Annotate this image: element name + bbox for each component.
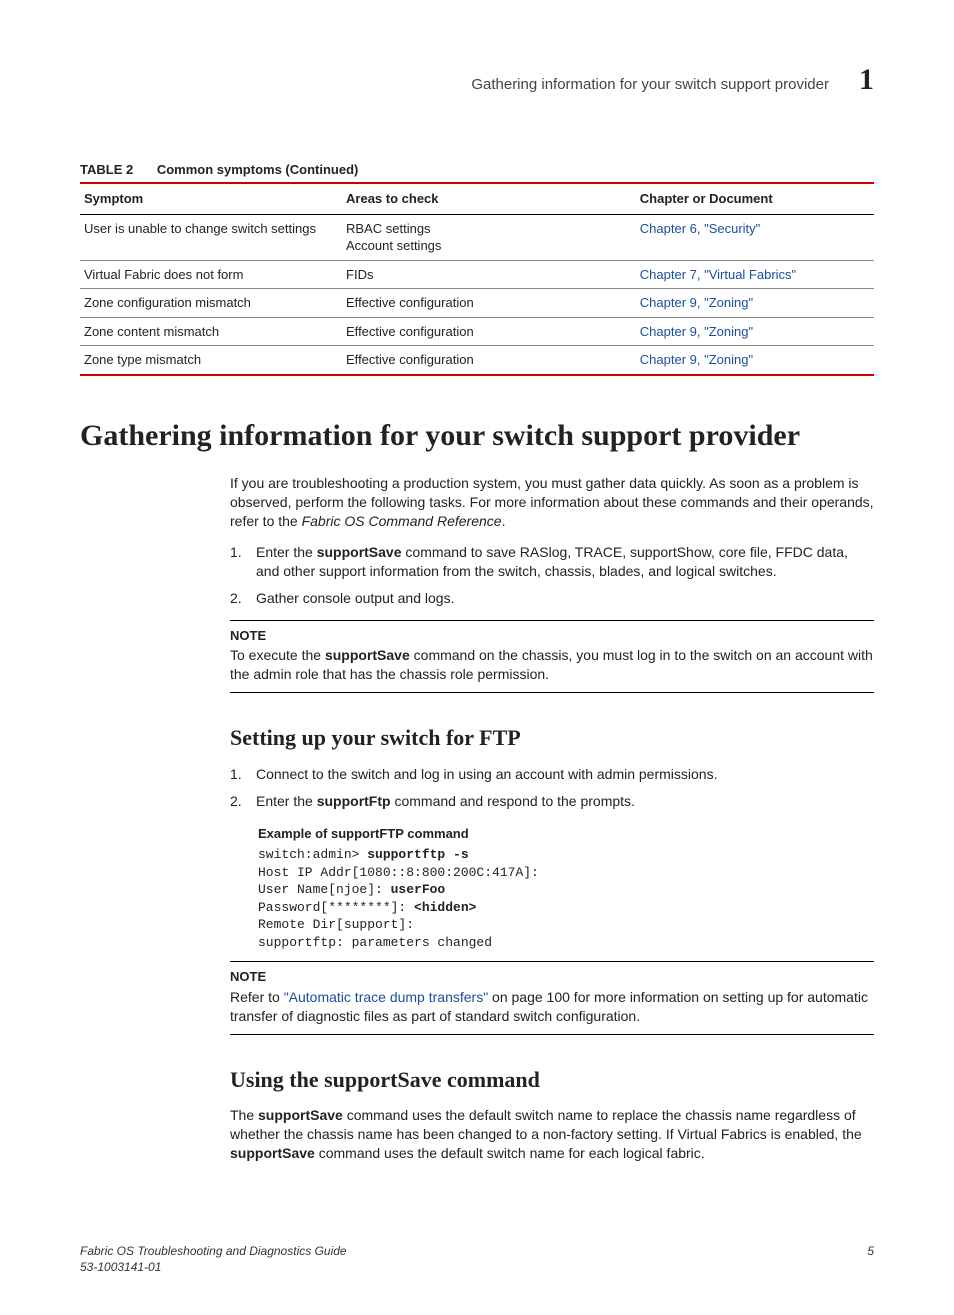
section-heading-supportsave: Using the supportSave command: [230, 1065, 874, 1095]
cell: Zone content mismatch: [80, 317, 342, 346]
code-input: userFoo: [391, 882, 446, 897]
cell: Zone type mismatch: [80, 346, 342, 375]
footer-title: Fabric OS Troubleshooting and Diagnostic…: [80, 1243, 347, 1259]
table-row: Zone configuration mismatch Effective co…: [80, 289, 874, 318]
section-heading-ftp: Setting up your switch for FTP: [230, 723, 874, 753]
step-2: Enter the supportFtp command and respond…: [230, 792, 874, 811]
cell: Effective configuration: [342, 289, 636, 318]
cell: Chapter 7, "Virtual Fabrics": [636, 260, 874, 289]
chapter-link[interactable]: Chapter 9, "Zoning": [640, 324, 753, 339]
cmd: supportSave: [230, 1145, 315, 1161]
footer-left: Fabric OS Troubleshooting and Diagnostic…: [80, 1243, 347, 1275]
running-header: Gathering information for your switch su…: [80, 60, 874, 101]
cell: Effective configuration: [342, 317, 636, 346]
footer-page: 5: [867, 1243, 874, 1275]
text: Enter the: [256, 544, 317, 560]
table-desc: Common symptoms (Continued): [157, 162, 359, 177]
page-footer: Fabric OS Troubleshooting and Diagnostic…: [80, 1243, 874, 1275]
chapter-link[interactable]: Chapter 6, "Security": [640, 221, 761, 236]
text: To execute the: [230, 647, 325, 663]
text: The: [230, 1107, 258, 1123]
chapter-link[interactable]: Chapter 9, "Zoning": [640, 352, 753, 367]
doc-ref: Fabric OS Command Reference: [302, 513, 502, 529]
col-chapter: Chapter or Document: [636, 183, 874, 214]
cell: Chapter 9, "Zoning": [636, 317, 874, 346]
text: Enter the: [256, 793, 317, 809]
cell: Chapter 6, "Security": [636, 214, 874, 260]
chapter-link[interactable]: Chapter 7, "Virtual Fabrics": [640, 267, 796, 282]
running-title: Gathering information for your switch su…: [471, 75, 829, 95]
intro-paragraph: If you are troubleshooting a production …: [230, 474, 874, 531]
step-1: Enter the supportSave command to save RA…: [230, 543, 874, 581]
col-areas: Areas to check: [342, 183, 636, 214]
note-block: NOTE To execute the supportSave command …: [230, 620, 874, 693]
cell: Virtual Fabric does not form: [80, 260, 342, 289]
cell: FIDs: [342, 260, 636, 289]
cell: RBAC settings Account settings: [342, 214, 636, 260]
note-body: Refer to "Automatic trace dump transfers…: [230, 988, 874, 1026]
code-line: switch:admin>: [258, 847, 367, 862]
ftp-steps: Connect to the switch and log in using a…: [230, 765, 874, 811]
note-label: NOTE: [230, 627, 874, 645]
code-line: User Name[njoe]:: [258, 882, 391, 897]
cell: Zone configuration mismatch: [80, 289, 342, 318]
table-label: TABLE 2: [80, 162, 133, 177]
text: .: [502, 513, 506, 529]
cell: Chapter 9, "Zoning": [636, 289, 874, 318]
text: command and respond to the prompts.: [391, 793, 635, 809]
note-label: NOTE: [230, 968, 874, 986]
chapter-number: 1: [859, 60, 874, 101]
main-steps: Enter the supportSave command to save RA…: [230, 543, 874, 608]
example-label: Example of supportFTP command: [258, 825, 874, 843]
cmd: supportSave: [317, 544, 402, 560]
symptoms-table: Symptom Areas to check Chapter or Docume…: [80, 182, 874, 376]
cmd: supportSave: [258, 1107, 343, 1123]
code-input: supportftp -s: [367, 847, 468, 862]
step-2: Gather console output and logs.: [230, 589, 874, 608]
code-line: supportftp: parameters changed: [258, 935, 492, 950]
col-symptom: Symptom: [80, 183, 342, 214]
note-block: NOTE Refer to "Automatic trace dump tran…: [230, 961, 874, 1034]
chapter-link[interactable]: Chapter 9, "Zoning": [640, 295, 753, 310]
page-title: Gathering information for your switch su…: [80, 416, 874, 457]
table-row: Zone content mismatch Effective configur…: [80, 317, 874, 346]
supportsave-para: The supportSave command uses the default…: [230, 1106, 874, 1163]
table-row: Virtual Fabric does not form FIDs Chapte…: [80, 260, 874, 289]
text: command uses the default switch name for…: [315, 1145, 705, 1161]
table-row: User is unable to change switch settings…: [80, 214, 874, 260]
cmd: supportSave: [325, 647, 410, 663]
cell: User is unable to change switch settings: [80, 214, 342, 260]
code-input: <hidden>: [414, 900, 476, 915]
code-line: Remote Dir[support]:: [258, 917, 414, 932]
text: Refer to: [230, 989, 284, 1005]
code-line: Password[********]:: [258, 900, 414, 915]
table-row: Zone type mismatch Effective configurati…: [80, 346, 874, 375]
xref-link[interactable]: "Automatic trace dump transfers": [284, 989, 488, 1005]
code-line: Host IP Addr[1080::8:800:200C:417A]:: [258, 865, 539, 880]
note-body: To execute the supportSave command on th…: [230, 646, 874, 684]
cell: Effective configuration: [342, 346, 636, 375]
footer-docnum: 53-1003141-01: [80, 1259, 347, 1275]
code-block: switch:admin> supportftp -s Host IP Addr…: [258, 846, 874, 951]
cmd: supportFtp: [317, 793, 391, 809]
table-caption: TABLE 2 Common symptoms (Continued): [80, 161, 874, 179]
cell: Chapter 9, "Zoning": [636, 346, 874, 375]
step-1: Connect to the switch and log in using a…: [230, 765, 874, 784]
